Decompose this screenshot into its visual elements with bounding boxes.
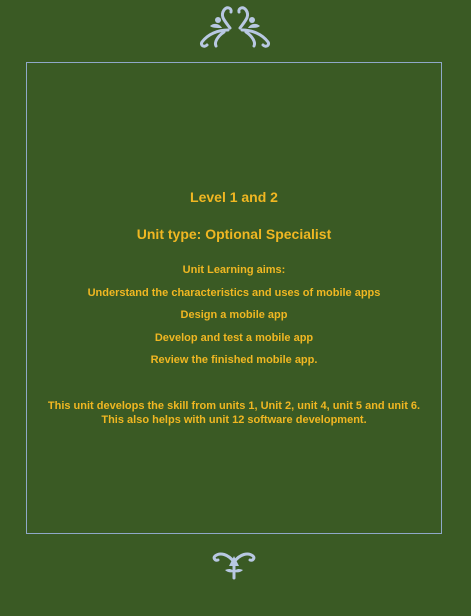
level-heading: Level 1 and 2 <box>190 189 278 205</box>
learning-aim-item: Understand the characteristics and uses … <box>87 286 381 299</box>
floral-ornament-icon <box>212 548 256 582</box>
floral-ornament-icon <box>194 4 276 50</box>
learning-aims-list: Unit Learning aims: Understand the chara… <box>27 263 441 376</box>
main-content: Level 1 and 2 Unit type: Optional Specia… <box>27 63 441 533</box>
page-frame: Level 1 and 2 Unit type: Optional Specia… <box>26 62 442 534</box>
learning-aim-item: Review the finished mobile app. <box>150 354 318 366</box>
learning-aim-item: Design a mobile app <box>180 309 288 321</box>
learning-aims-title: Unit Learning aims: <box>182 264 286 276</box>
unit-type-heading: Unit type: Optional Specialist <box>136 226 332 242</box>
learning-aim-item: Develop and test a mobile app <box>154 331 314 344</box>
unit-description: This unit develops the skill from units … <box>47 400 421 426</box>
